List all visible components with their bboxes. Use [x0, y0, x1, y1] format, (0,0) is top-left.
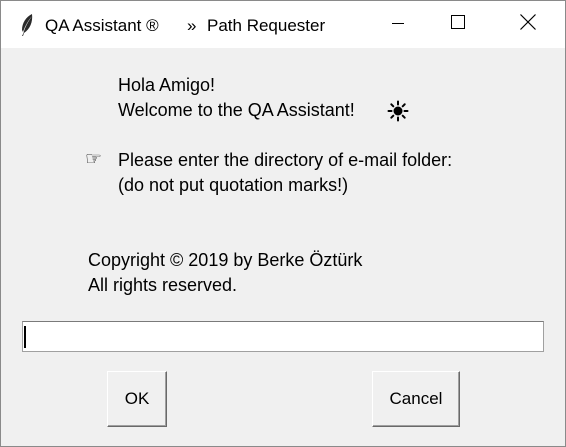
dialog-content: Hola Amigo! Welcome to the QA Assistant!… [1, 48, 565, 446]
prompt-line: Please enter the directory of e-mail fol… [118, 150, 453, 170]
window-title: QA Assistant ® [45, 16, 159, 35]
rights-line: All rights reserved. [88, 275, 238, 295]
close-icon [520, 14, 536, 35]
cancel-button[interactable]: Cancel [372, 371, 460, 427]
window-subtitle: Path Requester [207, 16, 326, 35]
pointing-hand-icon: ☞ [85, 149, 103, 170]
path-requester-window: QA Assistant ® » Path Requester Hola Ami… [0, 0, 566, 447]
minimize-icon [392, 16, 404, 34]
copyright-line: Copyright © 2019 by Berke Öztürk [88, 250, 363, 270]
ok-button[interactable]: OK [107, 371, 167, 427]
greeting-line: Hola Amigo! [118, 75, 216, 95]
minimize-button[interactable] [375, 1, 421, 48]
title-bar[interactable]: QA Assistant ® » Path Requester [1, 1, 565, 48]
text-caret [24, 326, 26, 348]
path-input[interactable] [22, 321, 544, 352]
close-button[interactable] [505, 1, 551, 48]
welcome-line: Welcome to the QA Assistant! [118, 100, 355, 120]
maximize-icon [451, 15, 465, 34]
sun-icon [387, 100, 409, 122]
prompt-note: (do not put quotation marks!) [118, 175, 349, 195]
feather-icon [19, 13, 35, 37]
title-separator: » [187, 16, 197, 35]
maximize-button[interactable] [435, 1, 481, 48]
